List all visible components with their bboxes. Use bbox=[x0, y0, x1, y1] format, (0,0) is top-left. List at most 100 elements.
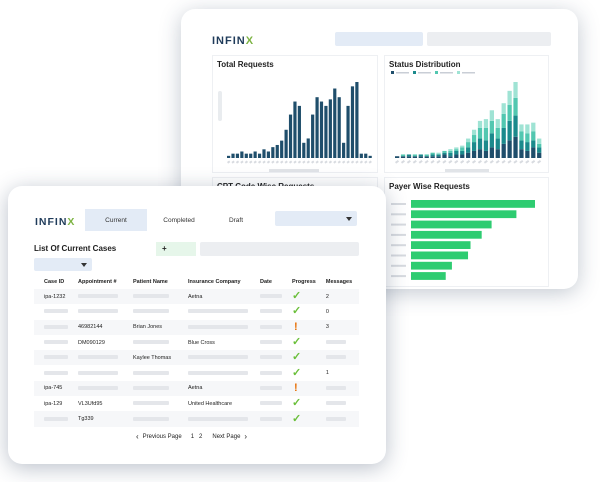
chevron-right-icon[interactable]: › bbox=[244, 432, 247, 441]
x-tick-label-placeholder bbox=[400, 159, 405, 164]
redacted-placeholder bbox=[260, 340, 282, 345]
cell-progress: ✓ bbox=[282, 365, 316, 380]
status-stack-segment bbox=[454, 150, 459, 155]
status-stack-segment bbox=[483, 140, 489, 151]
table-row[interactable]: ipa-745 Aetna! bbox=[34, 380, 359, 397]
page-2-link[interactable]: 2 bbox=[199, 434, 202, 440]
add-case-button[interactable]: + bbox=[156, 242, 196, 256]
cell-date bbox=[250, 319, 282, 335]
redacted-placeholder bbox=[325, 340, 346, 345]
column-header[interactable]: Date bbox=[250, 274, 282, 289]
previous-page-link[interactable]: Previous Page bbox=[143, 434, 182, 440]
table-row[interactable]: ✓ 1 bbox=[34, 365, 359, 380]
cell-insurance bbox=[178, 411, 250, 427]
cases-search-field[interactable] bbox=[200, 242, 359, 256]
cell-appointment: VL3Ufd95 bbox=[68, 396, 123, 411]
status-stack-segment bbox=[531, 131, 536, 141]
total-requests-bar bbox=[368, 155, 372, 158]
total-requests-bar bbox=[262, 149, 266, 158]
x-axis-label-placeholder bbox=[269, 169, 319, 172]
cell-insurance bbox=[178, 350, 250, 366]
legend-label-placeholder bbox=[462, 72, 475, 74]
y-tick-label-placeholder bbox=[391, 233, 406, 236]
cell-patient bbox=[123, 365, 178, 380]
total-requests-bar bbox=[280, 140, 284, 158]
chevron-down-icon bbox=[346, 216, 352, 221]
total-requests-bar bbox=[288, 114, 293, 158]
chevron-left-icon[interactable]: ‹ bbox=[136, 432, 139, 441]
redacted-placeholder bbox=[188, 309, 248, 314]
status-stack-segment bbox=[466, 138, 471, 143]
x-tick-label-placeholder bbox=[333, 160, 337, 164]
table-row[interactable]: Kaylee Thomas ✓ bbox=[34, 350, 359, 366]
table-row[interactable]: ✓ 0 bbox=[34, 304, 359, 319]
x-tick-label-placeholder bbox=[346, 160, 350, 164]
redacted-placeholder bbox=[78, 385, 118, 390]
logo-text: INFIN bbox=[35, 216, 68, 228]
table-row[interactable]: Tg339 ✓ bbox=[34, 411, 359, 427]
column-header[interactable]: Patient Name bbox=[123, 274, 178, 289]
status-stack-segment bbox=[460, 150, 465, 155]
redacted-placeholder bbox=[325, 416, 346, 421]
total-requests-bar bbox=[249, 153, 253, 158]
x-tick-label-placeholder bbox=[519, 159, 524, 164]
x-tick-label-placeholder bbox=[328, 160, 333, 164]
cell-progress: ✓ bbox=[282, 411, 316, 427]
status-stack-segment bbox=[525, 150, 530, 158]
table-row[interactable]: 46982144 Brian Jones! 3 bbox=[34, 319, 359, 335]
x-tick-label-placeholder bbox=[235, 160, 240, 164]
dashboard-search-field[interactable] bbox=[427, 32, 551, 46]
x-tick-label-placeholder bbox=[448, 159, 453, 164]
check-icon: ✓ bbox=[292, 290, 302, 303]
cell-text: Brian Jones bbox=[133, 324, 163, 331]
cell-messages bbox=[316, 396, 359, 411]
table-row[interactable]: DM090129 Blue Cross ✓ bbox=[34, 335, 359, 350]
cell-messages: 1 bbox=[316, 365, 359, 380]
table-row[interactable]: ipa-129 VL3Ufd95 United Healthcare ✓ bbox=[34, 396, 359, 411]
table-row[interactable]: ipa-1232 Aetna ✓ 2 bbox=[34, 289, 359, 305]
cell-case-id bbox=[34, 411, 68, 427]
page-1-link[interactable]: 1 bbox=[191, 434, 194, 440]
rows-filter-dropdown[interactable] bbox=[34, 258, 92, 271]
total-requests-bar bbox=[328, 99, 332, 158]
tab-completed[interactable]: Completed bbox=[151, 209, 207, 231]
status-stack-segment bbox=[430, 154, 435, 157]
cases-table-body: ipa-1232 Aetna ✓ 2 ✓ 0 46982144 Brian Jones! 3 DM… bbox=[34, 289, 359, 427]
x-tick-label-placeholder bbox=[288, 160, 293, 164]
cell-case-id: ipa-745 bbox=[34, 380, 68, 397]
cell-date bbox=[250, 365, 282, 380]
redacted-placeholder bbox=[133, 340, 169, 345]
column-header[interactable]: Messages bbox=[316, 274, 359, 289]
cell-appointment bbox=[68, 289, 123, 305]
cell-progress: ! bbox=[282, 380, 316, 397]
column-header[interactable]: Appointment # bbox=[68, 274, 123, 289]
cases-filter-dropdown[interactable] bbox=[275, 211, 357, 226]
next-page-link[interactable]: Next Page bbox=[212, 434, 240, 440]
total-requests-bar bbox=[231, 153, 235, 158]
column-header[interactable]: Insurance Company bbox=[178, 274, 250, 289]
tab-draft[interactable]: Draft bbox=[211, 209, 261, 231]
status-stack-segment bbox=[495, 127, 500, 139]
column-header[interactable]: Case ID bbox=[34, 274, 68, 289]
cell-case-id: ipa-129 bbox=[34, 396, 68, 411]
cell-date bbox=[250, 380, 282, 397]
x-tick-label-placeholder bbox=[359, 160, 364, 164]
legend-swatch bbox=[391, 71, 394, 74]
status-stack-segment bbox=[519, 140, 524, 150]
cell-progress: ✓ bbox=[282, 304, 316, 319]
status-stack-segment bbox=[537, 138, 542, 144]
status-distribution-panel: Status Distribution bbox=[384, 55, 549, 173]
tab-current[interactable]: Current bbox=[85, 209, 147, 231]
dashboard-filter-dropdown[interactable] bbox=[335, 32, 423, 46]
status-stack-segment bbox=[430, 152, 435, 155]
payer-bar bbox=[411, 210, 517, 219]
x-tick-label-placeholder bbox=[275, 160, 279, 164]
column-header[interactable]: Progress bbox=[282, 274, 316, 289]
y-tick-label-placeholder bbox=[391, 275, 406, 278]
status-stack-segment bbox=[471, 150, 477, 158]
cell-progress: ✓ bbox=[282, 335, 316, 350]
redacted-placeholder bbox=[133, 294, 169, 299]
alert-icon: ! bbox=[294, 381, 298, 394]
x-tick-label-placeholder bbox=[297, 160, 302, 164]
cell-appointment bbox=[68, 365, 123, 380]
